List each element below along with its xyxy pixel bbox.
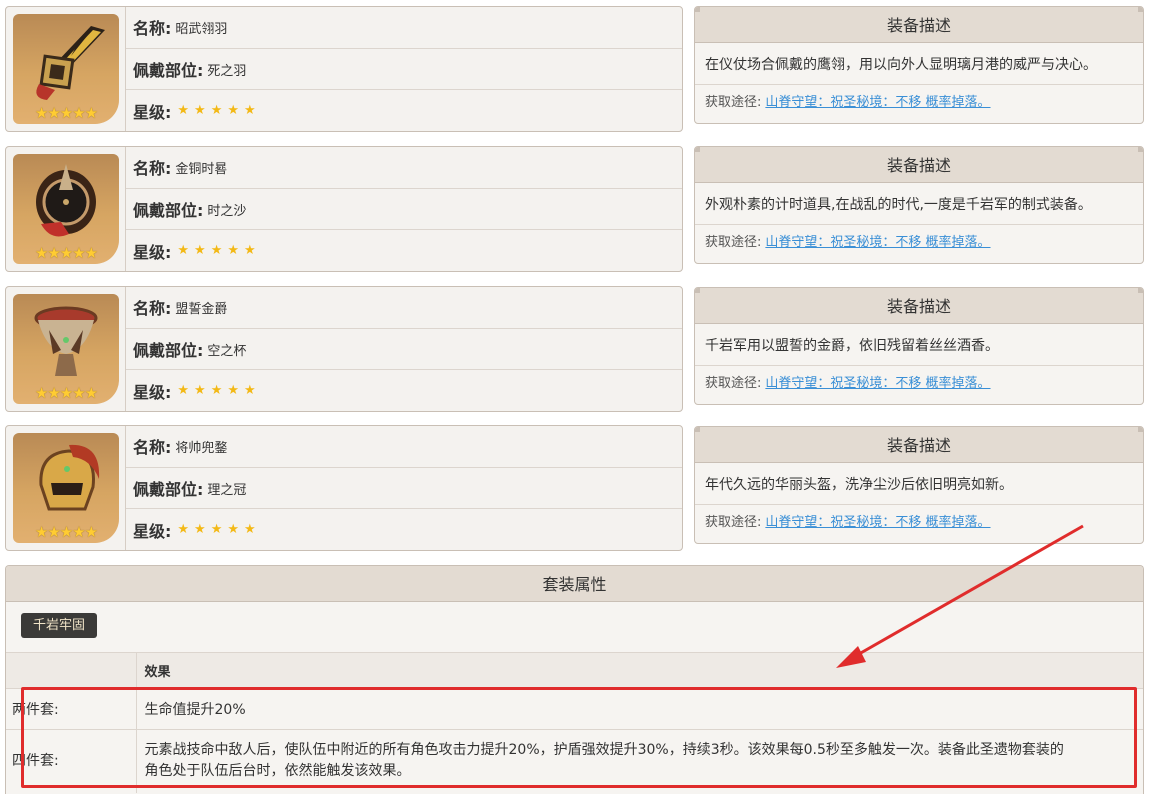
artifact-icon-cell: ★★★★★ [6, 7, 126, 131]
table-row: 两件套: 生命值提升20% [6, 688, 1143, 730]
table-row: 四件套: 元素战技命中敌人后，使队伍中附近的所有角色攻击力提升20%，护盾强效提… [6, 729, 1143, 793]
set-bonus-panel: 套装属性 千岩牢固 效果 两件套: 生命值提升20% 四件套: 元素战技命中敌人… [5, 565, 1144, 794]
source-link[interactable]: 山脊守望：祝圣秘境：不移 概率掉落。 [765, 515, 990, 530]
rarity-row: 星级: ★★★★★ [126, 230, 682, 271]
artifact-name: 金铜时晷 [175, 161, 228, 177]
source-label: 获取途径: [705, 515, 762, 530]
source-row: 获取途径: 山脊守望：祝圣秘境：不移 概率掉落。 [695, 225, 1143, 261]
artifact-icon-cell: ★★★★★ [6, 147, 126, 271]
artifact-info: 名称: 昭武翎羽 佩戴部位: 死之羽 星级: ★★★★★ [126, 7, 682, 131]
four-piece-label: 四件套: [6, 729, 137, 793]
source-link[interactable]: 山脊守望：祝圣秘境：不移 概率掉落。 [765, 376, 990, 391]
description-text: 在仪仗场合佩戴的鹰翎，用以向外人显明璃月港的威严与决心。 [695, 43, 1143, 85]
circlet-icon[interactable]: ★★★★★ [13, 433, 119, 543]
four-piece-effect-line1: 元素战技命中敌人后，使队伍中附近的所有角色攻击力提升20%，护盾强效提升30%，… [144, 742, 1064, 759]
rarity-label: 星级: [133, 242, 172, 262]
slot-label: 佩戴部位: [133, 61, 204, 80]
star-rating-icon: ★★★★★ [177, 383, 261, 399]
artifact-info: 名称: 盟誓金爵 佩戴部位: 空之杯 星级: ★★★★★ [126, 287, 682, 411]
artifact-card: ★★★★★ 名称: 金铜时晷 佩戴部位: 时之沙 星级: ★★★★★ [5, 146, 683, 272]
name-label: 名称: [133, 438, 172, 458]
four-piece-effect: 元素战技命中敌人后，使队伍中附近的所有角色攻击力提升20%，护盾强效提升30%，… [136, 729, 1143, 793]
rarity-stars-icon: ★★★★★ [34, 244, 98, 262]
set-tab-bar: 千岩牢固 [6, 602, 1143, 652]
artifact-slot: 空之杯 [207, 343, 247, 359]
source-link[interactable]: 山脊守望：祝圣秘境：不移 概率掉落。 [765, 95, 990, 110]
description-title: 装备描述 [695, 7, 1143, 43]
description-text: 年代久远的华丽头盔，洗净尘沙后依旧明亮如新。 [695, 463, 1143, 505]
name-row: 名称: 盟誓金爵 [126, 287, 682, 329]
source-label: 获取途径: [705, 95, 762, 110]
description-title: 装备描述 [695, 288, 1143, 324]
slot-row: 佩戴部位: 理之冠 [126, 468, 682, 510]
name-row: 名称: 昭武翎羽 [126, 7, 682, 49]
description-text: 外观朴素的计时道具,在战乱的时代,一度是千岩军的制式装备。 [695, 183, 1143, 225]
four-piece-effect-line2: 角色处于队伍后台时，依然能触发该效果。 [144, 763, 411, 780]
name-label: 名称: [133, 19, 172, 39]
artifact-slot: 理之冠 [207, 482, 247, 498]
description-card: 装备描述 在仪仗场合佩戴的鹰翎，用以向外人显明璃月港的威严与决心。 获取途径: 山… [694, 6, 1144, 124]
star-rating-icon: ★★★★★ [177, 522, 261, 538]
rarity-row: 星级: ★★★★★ [126, 509, 682, 550]
rarity-stars-icon: ★★★★★ [34, 384, 98, 402]
name-row: 名称: 将帅兜鍪 [126, 426, 682, 468]
source-link[interactable]: 山脊守望：祝圣秘境：不移 概率掉落。 [765, 235, 990, 250]
rarity-stars-icon: ★★★★★ [34, 104, 98, 122]
artifact-info: 名称: 将帅兜鍪 佩戴部位: 理之冠 星级: ★★★★★ [126, 426, 682, 550]
rarity-label: 星级: [133, 521, 172, 541]
rarity-stars-icon: ★★★★★ [34, 523, 98, 541]
artifact-name: 将帅兜鍪 [175, 440, 228, 456]
description-title: 装备描述 [695, 427, 1143, 463]
two-piece-label: 两件套: [6, 688, 137, 730]
name-label: 名称: [133, 299, 172, 319]
rarity-row: 星级: ★★★★★ [126, 90, 682, 131]
rarity-label: 星级: [133, 102, 172, 122]
two-piece-effect: 生命值提升20% [136, 688, 1143, 730]
source-row: 获取途径: 山脊守望：祝圣秘境：不移 概率掉落。 [695, 505, 1143, 541]
source-label: 获取途径: [705, 376, 762, 391]
description-card: 装备描述 千岩军用以盟誓的金爵，依旧残留着丝丝酒香。 获取途径: 山脊守望：祝圣秘… [694, 287, 1144, 405]
table-header-effect: 效果 [136, 652, 1143, 689]
slot-row: 佩戴部位: 死之羽 [126, 49, 682, 91]
sands-icon[interactable]: ★★★★★ [13, 154, 119, 264]
set-effects-table: 效果 两件套: 生命值提升20% 四件套: 元素战技命中敌人后，使队伍中附近的所… [6, 652, 1143, 793]
description-card: 装备描述 年代久远的华丽头盔，洗净尘沙后依旧明亮如新。 获取途径: 山脊守望：祝圣… [694, 426, 1144, 544]
star-rating-icon: ★★★★★ [177, 243, 261, 259]
rarity-row: 星级: ★★★★★ [126, 370, 682, 411]
feather-icon[interactable]: ★★★★★ [13, 14, 119, 124]
description-card: 装备描述 外观朴素的计时道具,在战乱的时代,一度是千岩军的制式装备。 获取途径:… [694, 146, 1144, 264]
slot-label: 佩戴部位: [133, 480, 204, 499]
artifact-name: 盟誓金爵 [175, 301, 228, 317]
name-label: 名称: [133, 159, 172, 179]
source-row: 获取途径: 山脊守望：祝圣秘境：不移 概率掉落。 [695, 85, 1143, 121]
artifact-icon-cell: ★★★★★ [6, 426, 126, 550]
artifact-card: ★★★★★ 名称: 盟誓金爵 佩戴部位: 空之杯 星级: ★★★★★ [5, 286, 683, 412]
source-row: 获取途径: 山脊守望：祝圣秘境：不移 概率掉落。 [695, 366, 1143, 402]
table-header-row: 效果 [6, 652, 1143, 689]
artifact-info: 名称: 金铜时晷 佩戴部位: 时之沙 星级: ★★★★★ [126, 147, 682, 271]
star-rating-icon: ★★★★★ [177, 103, 261, 119]
set-bonus-title: 套装属性 [6, 566, 1143, 602]
slot-row: 佩戴部位: 时之沙 [126, 189, 682, 231]
source-label: 获取途径: [705, 235, 762, 250]
description-title: 装备描述 [695, 147, 1143, 183]
goblet-icon[interactable]: ★★★★★ [13, 294, 119, 404]
artifact-name: 昭武翎羽 [175, 21, 228, 37]
description-text: 千岩军用以盟誓的金爵，依旧残留着丝丝酒香。 [695, 324, 1143, 366]
slot-label: 佩戴部位: [133, 201, 204, 220]
slot-row: 佩戴部位: 空之杯 [126, 329, 682, 371]
table-header-empty [6, 652, 137, 689]
artifact-slot: 时之沙 [207, 203, 247, 219]
artifact-card: ★★★★★ 名称: 昭武翎羽 佩戴部位: 死之羽 星级: ★★★★★ [5, 6, 683, 132]
slot-label: 佩戴部位: [133, 341, 204, 360]
tab-set-name[interactable]: 千岩牢固 [21, 613, 98, 638]
name-row: 名称: 金铜时晷 [126, 147, 682, 189]
artifact-slot: 死之羽 [207, 63, 247, 79]
artifact-card: ★★★★★ 名称: 将帅兜鍪 佩戴部位: 理之冠 星级: ★★★★★ [5, 425, 683, 551]
artifact-icon-cell: ★★★★★ [6, 287, 126, 411]
rarity-label: 星级: [133, 382, 172, 402]
